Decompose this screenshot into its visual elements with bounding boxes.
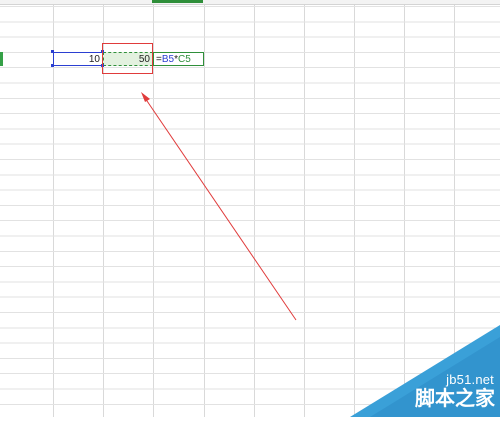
annotation-arrow-line xyxy=(144,97,297,321)
annotation-arrow-head xyxy=(141,92,150,102)
watermark-name: 脚本之家 xyxy=(415,386,495,410)
site-watermark: jb51.net 脚本之家 xyxy=(350,325,500,417)
